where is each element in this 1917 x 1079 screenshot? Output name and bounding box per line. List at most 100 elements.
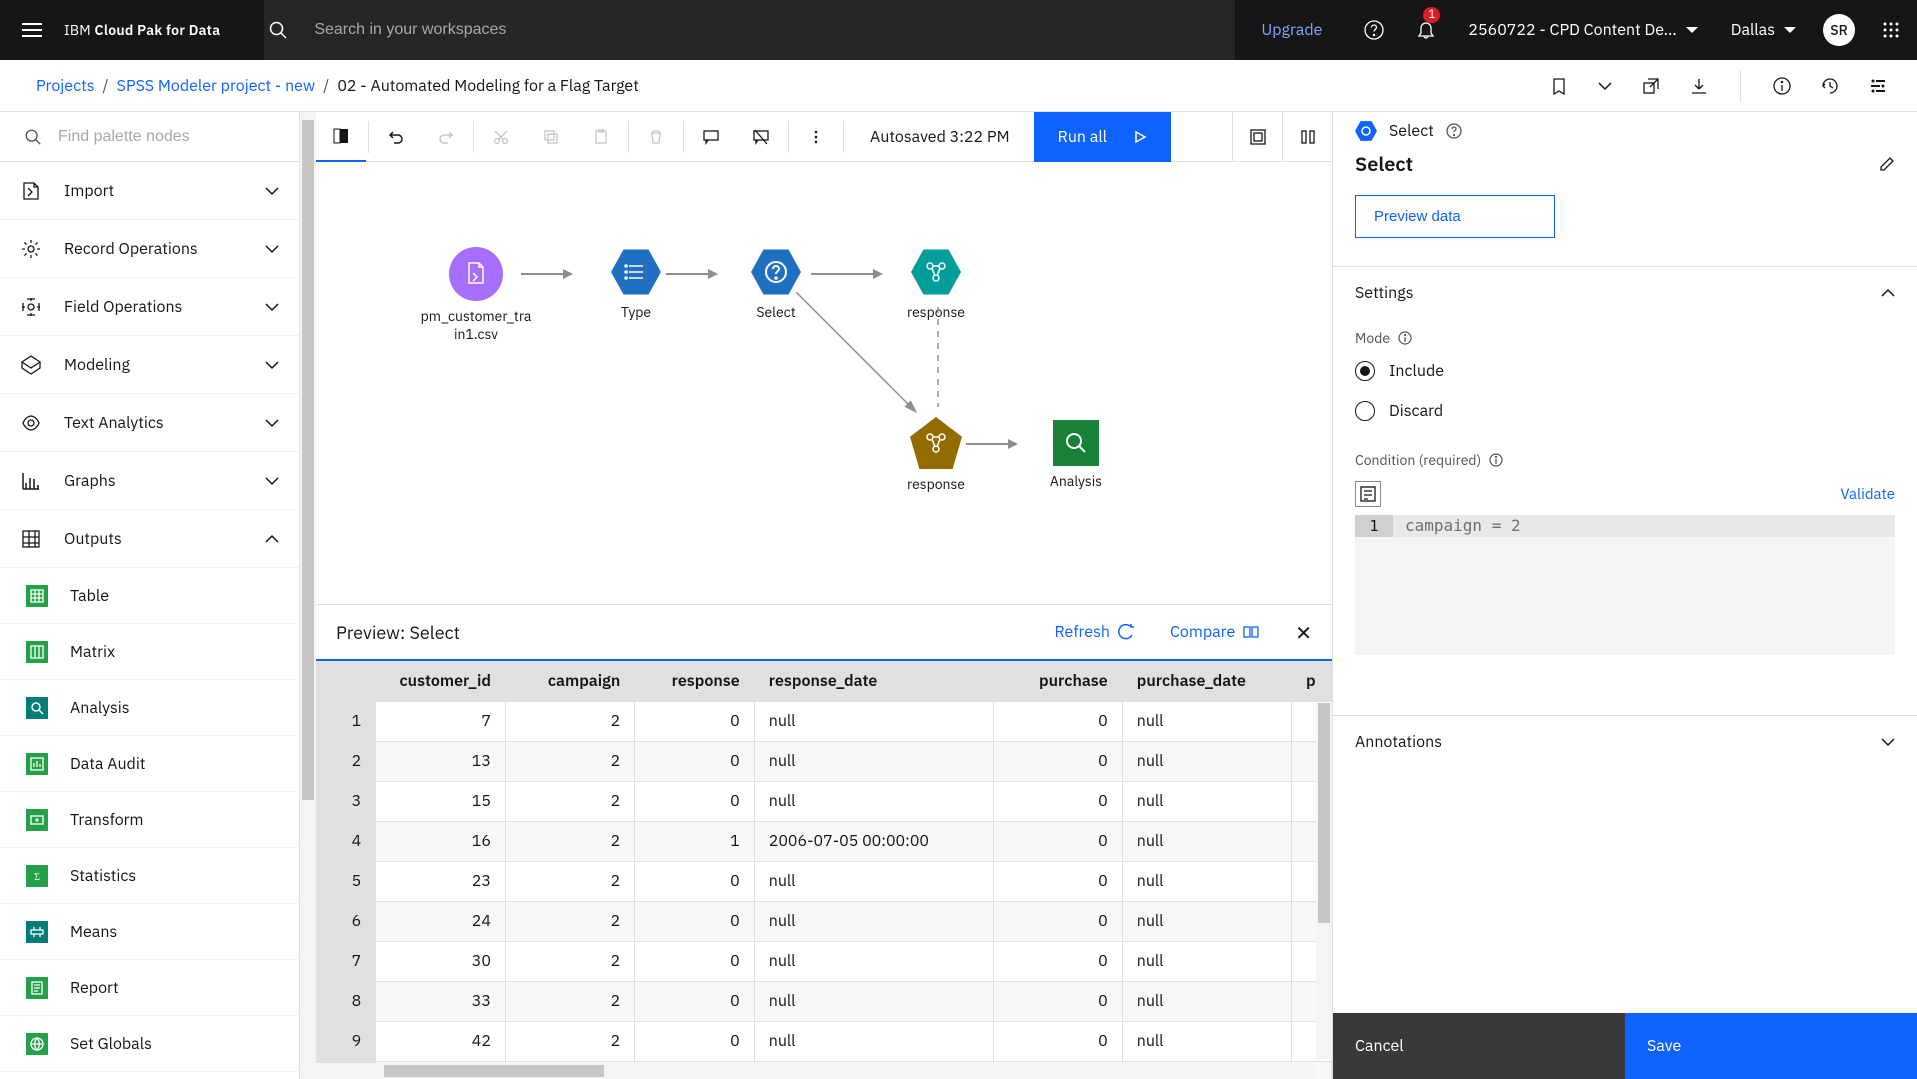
palette-category-text-analytics[interactable]: Text Analytics	[0, 394, 299, 452]
palette-node-analysis[interactable]: Analysis	[0, 680, 299, 736]
palette-node-statistics[interactable]: Σ Statistics	[0, 848, 299, 904]
table-row[interactable]: 3 15 2 0 null 0 null	[316, 781, 1332, 821]
transform-icon	[26, 809, 48, 831]
svg-text:Σ: Σ	[34, 872, 40, 883]
info-icon[interactable]	[1773, 77, 1791, 95]
palette-node-means[interactable]: Means	[0, 904, 299, 960]
edit-icon[interactable]	[1879, 156, 1895, 172]
parameters-icon[interactable]	[1232, 112, 1282, 162]
save-button[interactable]: Save	[1625, 1013, 1917, 1079]
flow-arrow	[966, 443, 1016, 445]
question-icon	[763, 259, 789, 285]
chevron-icon	[265, 184, 279, 198]
data-audit-icon	[26, 753, 48, 775]
node-import[interactable]: pm_customer_tra in1.csv	[416, 247, 536, 343]
preview-data-button[interactable]: Preview data	[1355, 195, 1555, 238]
column-header[interactable]: campaign	[505, 661, 634, 701]
expression-builder-icon[interactable]	[1355, 481, 1381, 507]
column-header[interactable]: purchase_date	[1122, 661, 1291, 701]
column-header[interactable]: purchase	[993, 661, 1122, 701]
run-all-button[interactable]: Run all	[1034, 112, 1171, 162]
annotations-section-header[interactable]: Annotations	[1333, 715, 1917, 768]
table-row[interactable]: 5 23 2 0 null 0 null	[316, 861, 1332, 901]
menu-icon[interactable]	[0, 20, 64, 40]
help-icon[interactable]	[1348, 0, 1400, 60]
table-row[interactable]: 4 16 2 1 2006-07-05 00:00:00 0 null	[316, 821, 1332, 861]
palette-toggle-icon[interactable]	[316, 112, 366, 162]
palette-node-report[interactable]: Report	[0, 960, 299, 1016]
palette-category-record-operations[interactable]: Record Operations	[0, 220, 299, 278]
overflow-icon[interactable]	[791, 112, 841, 162]
info-icon	[1398, 331, 1412, 345]
close-icon[interactable]: ✕	[1295, 619, 1312, 646]
help-icon[interactable]	[1446, 123, 1462, 139]
table-vertical-scrollbar[interactable]	[1316, 703, 1332, 1059]
table-horizontal-scrollbar[interactable]	[316, 1063, 1316, 1079]
search-icon[interactable]	[268, 20, 288, 40]
compare-link[interactable]: Compare	[1170, 622, 1259, 642]
palette-node-table[interactable]: Table	[0, 568, 299, 624]
chevron-down-icon[interactable]	[1598, 79, 1612, 93]
undo-icon[interactable]	[371, 112, 421, 162]
node-response-nugget[interactable]: response	[876, 417, 996, 493]
comment-icon[interactable]	[686, 112, 736, 162]
settings-section-header[interactable]: Settings	[1333, 266, 1917, 319]
node-type[interactable]: Type	[576, 247, 696, 321]
node-analysis[interactable]: Analysis	[1016, 420, 1136, 490]
palette-node-data-audit[interactable]: Data Audit	[0, 736, 299, 792]
mode-discard-radio[interactable]: Discard	[1333, 391, 1917, 431]
palette-node-matrix[interactable]: Matrix	[0, 624, 299, 680]
export-icon[interactable]	[1642, 77, 1660, 95]
cancel-button[interactable]: Cancel	[1333, 1013, 1625, 1079]
copy-icon	[526, 112, 576, 162]
table-row[interactable]: 9 42 2 0 null 0 null	[316, 1021, 1332, 1061]
column-header[interactable]: response_date	[754, 661, 993, 701]
table-row[interactable]: 7 30 2 0 null 0 null	[316, 941, 1332, 981]
palette-category-import[interactable]: Import	[0, 162, 299, 220]
global-search-input[interactable]	[314, 0, 1231, 60]
vertical-scrollbar[interactable]	[300, 112, 316, 1079]
table-icon	[26, 585, 48, 607]
breadcrumb-current: 02 - Automated Modeling for a Flag Targe…	[337, 76, 639, 96]
palette-category-field-operations[interactable]: Field Operations	[0, 278, 299, 336]
palette-node-transform[interactable]: Transform	[0, 792, 299, 848]
app-switcher-icon[interactable]	[1865, 21, 1917, 39]
chevron-icon	[265, 532, 279, 546]
product-logo: IBM Cloud Pak for Data	[64, 21, 220, 39]
bookmark-icon[interactable]	[1550, 77, 1568, 95]
palette-category-graphs[interactable]: Graphs	[0, 452, 299, 510]
table-row[interactable]: 1 7 2 0 null 0 null	[316, 701, 1332, 741]
mode-include-radio[interactable]: Include	[1333, 351, 1917, 391]
table-row[interactable]: 2 13 2 0 null 0 null	[316, 741, 1332, 781]
palette-node-set-globals[interactable]: Set Globals	[0, 1016, 299, 1072]
user-avatar[interactable]: SR	[1823, 14, 1855, 46]
table-row[interactable]: 6 24 2 0 null 0 null	[316, 901, 1332, 941]
flow-arrow	[796, 292, 926, 422]
column-header[interactable]: customer_id	[376, 661, 506, 701]
hide-comment-icon[interactable]	[736, 112, 786, 162]
palette-category-modeling[interactable]: Modeling	[0, 336, 299, 394]
file-icon	[463, 261, 489, 287]
statistics-icon: Σ	[26, 865, 48, 887]
breadcrumb-project[interactable]: SPSS Modeler project - new	[117, 76, 316, 96]
region-dropdown[interactable]: Dallas	[1715, 20, 1813, 40]
column-header[interactable]: p	[1291, 661, 1331, 701]
download-icon[interactable]	[1690, 77, 1708, 95]
refresh-link[interactable]: Refresh	[1055, 622, 1134, 642]
breadcrumb-projects[interactable]: Projects	[36, 76, 95, 96]
field-operations-icon	[20, 296, 42, 318]
flow-canvas[interactable]: pm_customer_tra in1.csv Type Select resp…	[316, 162, 1332, 604]
outputs-panel-icon[interactable]	[1282, 112, 1332, 162]
notifications-icon[interactable]: 1	[1400, 0, 1452, 60]
column-header[interactable]: response	[635, 661, 754, 701]
flow-arrow	[521, 273, 571, 275]
palette-search-input[interactable]	[58, 128, 275, 146]
table-row[interactable]: 8 33 2 0 null 0 null	[316, 981, 1332, 1021]
upgrade-link[interactable]: Upgrade	[1235, 20, 1348, 40]
validate-link[interactable]: Validate	[1840, 485, 1895, 504]
project-dropdown[interactable]: 2560722 - CPD Content De...	[1452, 20, 1714, 40]
palette-category-outputs[interactable]: Outputs	[0, 510, 299, 568]
condition-editor[interactable]: 1 campaign = 2	[1355, 515, 1895, 655]
settings-icon[interactable]	[1869, 77, 1887, 95]
history-icon[interactable]	[1821, 77, 1839, 95]
